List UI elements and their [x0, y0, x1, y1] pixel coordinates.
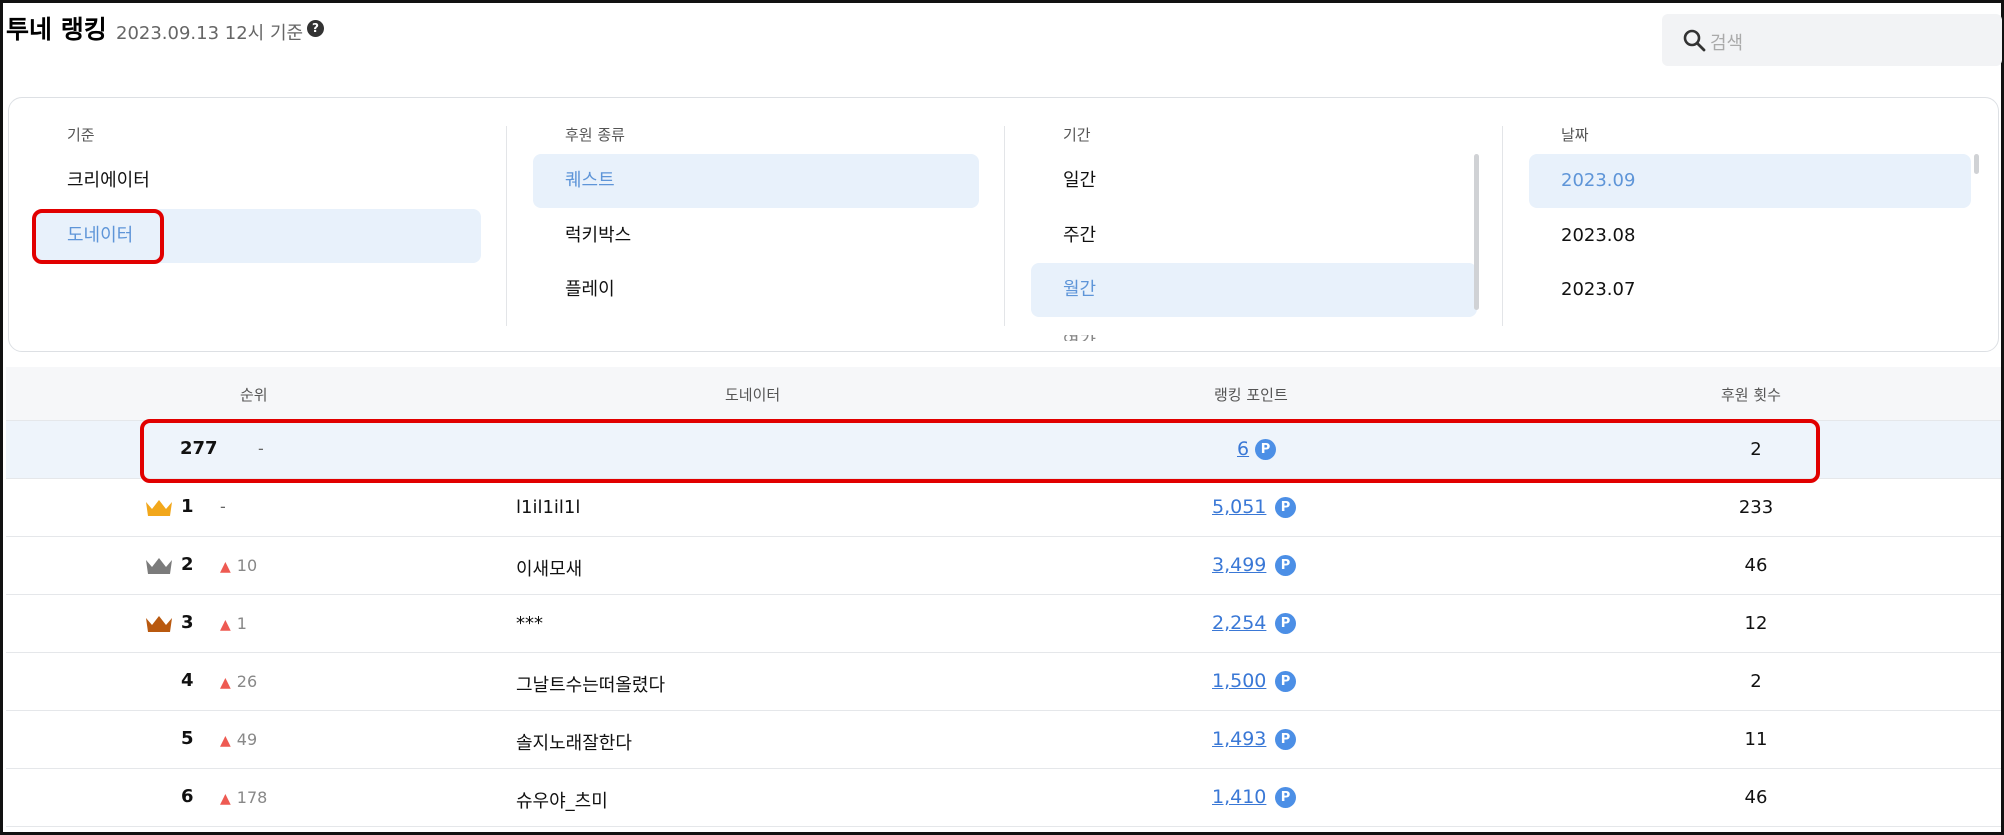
date-scrollbar[interactable] — [1974, 154, 1979, 174]
rank-change: ▲ 49 — [220, 730, 257, 749]
date-option-2023-08[interactable]: 2023.08 — [1529, 209, 1971, 263]
period-option-daily[interactable]: 일간 — [1031, 154, 1477, 208]
criteria-label: 기준 — [67, 126, 95, 144]
filter-panel: 기준 크리에이터 도네이터 후원 종류 퀘스트 럭키박스 플레이 기간 일간 주… — [8, 97, 1999, 352]
point-badge-icon: P — [1275, 555, 1296, 576]
rank-up-icon: ▲ — [220, 791, 231, 807]
rank-change-value: 1 — [236, 614, 247, 633]
ranking-points-link[interactable]: 1,500 — [1212, 670, 1266, 692]
column-donator: 도네이터 — [725, 386, 781, 404]
support-option-luckybox[interactable]: 럭키박스 — [533, 209, 979, 263]
period-option-partial: 연간 — [1063, 335, 1096, 341]
point-badge-icon: P — [1275, 613, 1296, 634]
support-type-label: 후원 종류 — [565, 126, 625, 144]
point-badge-icon: P — [1275, 671, 1296, 692]
donator-name: *** — [516, 613, 543, 634]
gold-crown-icon — [146, 500, 172, 516]
rank-change: - — [220, 497, 226, 516]
date-column: 날짜 2023.09 2023.08 2023.07 — [1503, 98, 1999, 351]
highlight-donator-option — [32, 209, 164, 264]
support-count: 233 — [1738, 497, 1774, 518]
table-header: 순위 도네이터 랭킹 포인트 후원 횟수 — [6, 367, 2001, 421]
table-row[interactable]: 6 ▲ 178 슈우야_츠미 1,410 P 46 — [6, 769, 2001, 827]
criteria-option-creator[interactable]: 크리에이터 — [35, 154, 481, 208]
support-count: 11 — [1744, 729, 1768, 750]
ranking-points-link[interactable]: 2,254 — [1212, 612, 1266, 634]
search-input[interactable]: 검색 — [1662, 14, 2002, 66]
support-option-quest[interactable]: 퀘스트 — [533, 154, 979, 208]
date-label: 날짜 — [1561, 126, 1589, 144]
period-label: 기간 — [1063, 126, 1091, 144]
ranking-points-link[interactable]: 5,051 — [1212, 496, 1266, 518]
rank-number: 1 — [181, 496, 194, 517]
search-placeholder: 검색 — [1710, 33, 1744, 54]
period-option-weekly[interactable]: 주간 — [1031, 209, 1477, 263]
rank-change-value: 10 — [236, 556, 258, 575]
rank-number: 3 — [181, 612, 194, 633]
rank-change: ▲ 1 — [220, 614, 247, 633]
support-option-play[interactable]: 플레이 — [533, 263, 979, 317]
table-row[interactable]: 3 ▲ 1 *** 2,254 P 12 — [6, 595, 2001, 653]
rank-number: 5 — [181, 728, 194, 749]
date-option-2023-09[interactable]: 2023.09 — [1529, 154, 1971, 208]
support-count: 46 — [1744, 555, 1768, 576]
rank-up-icon: ▲ — [220, 675, 231, 691]
date-option-2023-07[interactable]: 2023.07 — [1529, 263, 1971, 317]
point-badge-icon: P — [1275, 787, 1296, 808]
point-badge-icon: P — [1275, 729, 1296, 750]
highlight-my-rank-row — [140, 419, 1820, 483]
table-row[interactable]: 4 ▲ 26 그날트수는떠올렸다 1,500 P 2 — [6, 653, 2001, 711]
support-count: 2 — [1750, 671, 1762, 692]
search-icon — [1683, 29, 1706, 52]
page-title: 투네 랭킹 — [6, 15, 107, 44]
period-scrollbar[interactable] — [1474, 154, 1479, 310]
donator-name: 솔지노래잘한다 — [516, 733, 632, 754]
table-row[interactable]: 2 ▲ 10 이새모새 3,499 P 46 — [6, 537, 2001, 595]
column-count: 후원 횟수 — [1721, 386, 1781, 404]
table-row[interactable]: 1 - l1il1il1l 5,051 P 233 — [6, 479, 2001, 537]
support-count: 46 — [1744, 787, 1768, 808]
rank-number: 6 — [181, 786, 194, 807]
rank-change-value: 49 — [236, 730, 258, 749]
rank-change: ▲ 10 — [220, 556, 257, 575]
ranking-points-link[interactable]: 1,493 — [1212, 728, 1266, 750]
donator-name: l1il1il1l — [516, 497, 581, 518]
bronze-crown-icon — [146, 616, 172, 632]
table-row[interactable]: 5 ▲ 49 솔지노래잘한다 1,493 P 11 — [6, 711, 2001, 769]
ranking-timestamp: 2023.09.13 12시 기준 — [116, 23, 304, 44]
rank-up-icon: ▲ — [220, 559, 231, 575]
period-column: 기간 일간 주간 월간 연간 — [1005, 98, 1503, 351]
rank-change: ▲ 26 — [220, 672, 257, 691]
period-option-monthly[interactable]: 월간 — [1031, 263, 1477, 317]
donator-name: 이새모새 — [516, 559, 583, 580]
rank-change: ▲ 178 — [220, 788, 267, 807]
rank-number: 4 — [181, 670, 194, 691]
rank-up-icon: ▲ — [220, 617, 231, 633]
rank-change-value: 178 — [236, 788, 268, 807]
question-circle-icon[interactable]: ? — [307, 20, 324, 37]
column-rank: 순위 — [240, 386, 268, 404]
point-badge-icon: P — [1275, 497, 1296, 518]
support-count: 12 — [1744, 613, 1768, 634]
support-type-column: 후원 종류 퀘스트 럭키박스 플레이 — [507, 98, 1005, 351]
donator-name: 그날트수는떠올렸다 — [516, 675, 666, 696]
rank-change-value: 26 — [236, 672, 258, 691]
column-points: 랭킹 포인트 — [1214, 386, 1288, 404]
rank-number: 2 — [181, 554, 194, 575]
ranking-points-link[interactable]: 1,410 — [1212, 786, 1266, 808]
ranking-points-link[interactable]: 3,499 — [1212, 554, 1266, 576]
silver-crown-icon — [146, 558, 172, 574]
rank-up-icon: ▲ — [220, 733, 231, 749]
donator-name: 슈우야_츠미 — [516, 791, 608, 812]
